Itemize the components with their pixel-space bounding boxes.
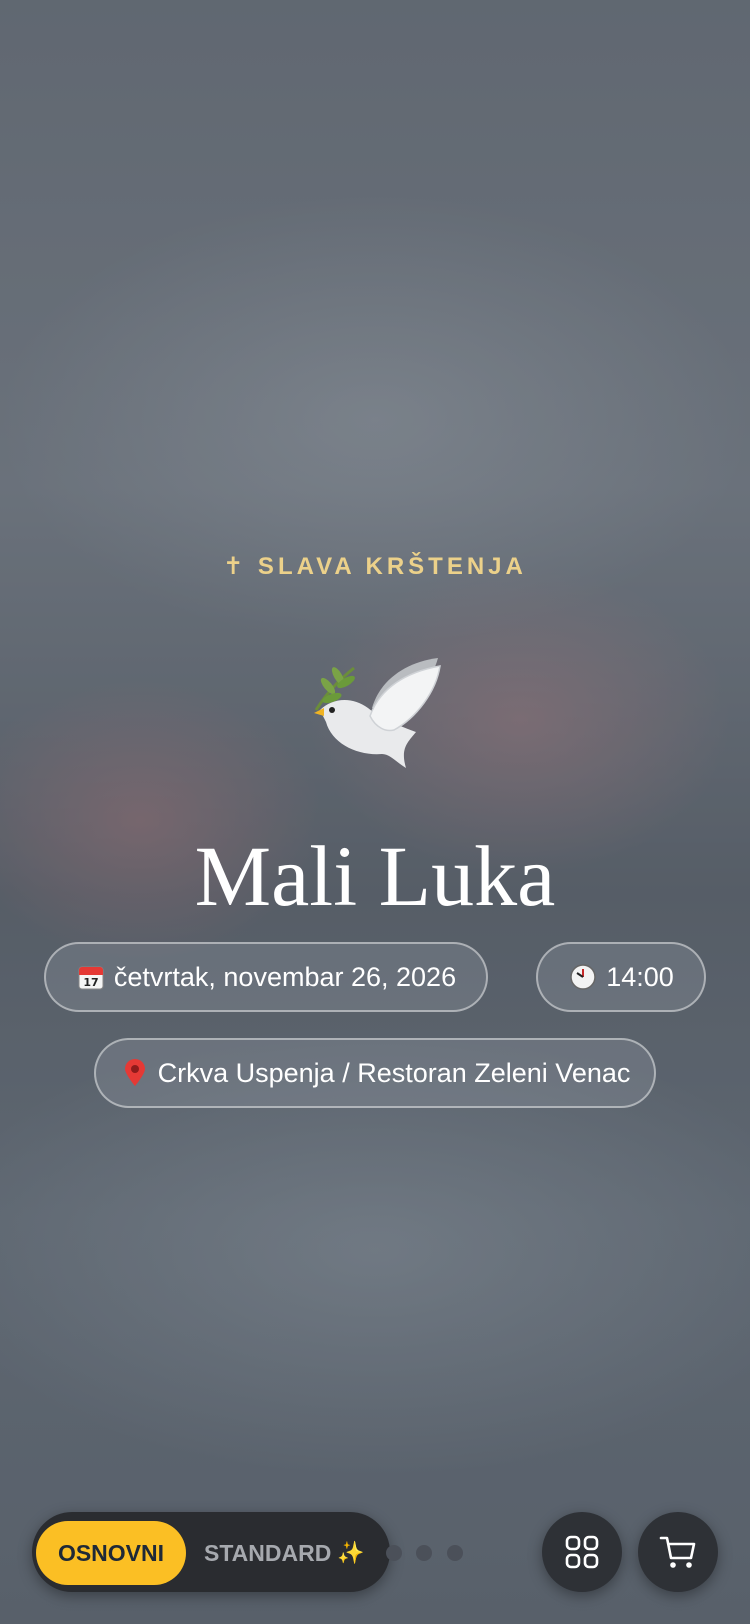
package-switcher: OSNOVNI STANDARD ✨ [32, 1512, 390, 1592]
svg-text:17: 17 [83, 976, 98, 989]
dove-icon [314, 658, 441, 768]
page-dot[interactable] [386, 1545, 402, 1561]
time-text: 14:00 [606, 961, 674, 992]
calendar-icon: 17 [76, 962, 106, 992]
date-pill: 17 četvrtak, novembar 26, 2026 [44, 942, 488, 1012]
grid-menu-button[interactable] [542, 1512, 622, 1592]
cart-icon [659, 1536, 696, 1568]
clock-icon [568, 962, 598, 992]
grid-icon [565, 1535, 599, 1569]
sparkles-icon: ✨ [337, 1540, 365, 1565]
page-dot[interactable] [447, 1545, 463, 1561]
page-dot[interactable] [416, 1545, 432, 1561]
event-type-label: ✝ SLAVA KRŠTENJA [223, 553, 527, 580]
time-pill: 14:00 [536, 942, 706, 1012]
baby-name-title: Mali Luka [194, 828, 556, 924]
location-pill: Crkva Uspenja / Restoran Zeleni Venac [94, 1038, 656, 1108]
map-pin-icon [120, 1058, 150, 1088]
location-text: Crkva Uspenja / Restoran Zeleni Venac [157, 1057, 631, 1088]
cart-button[interactable] [638, 1512, 718, 1592]
date-text: četvrtak, novembar 26, 2026 [113, 961, 457, 992]
package-option-standard[interactable]: STANDARD ✨ [204, 1521, 365, 1585]
background-photo [0, 0, 750, 1624]
package-option-osnovni[interactable]: OSNOVNI [36, 1521, 186, 1585]
package-option-standard-label: STANDARD [204, 1539, 332, 1566]
